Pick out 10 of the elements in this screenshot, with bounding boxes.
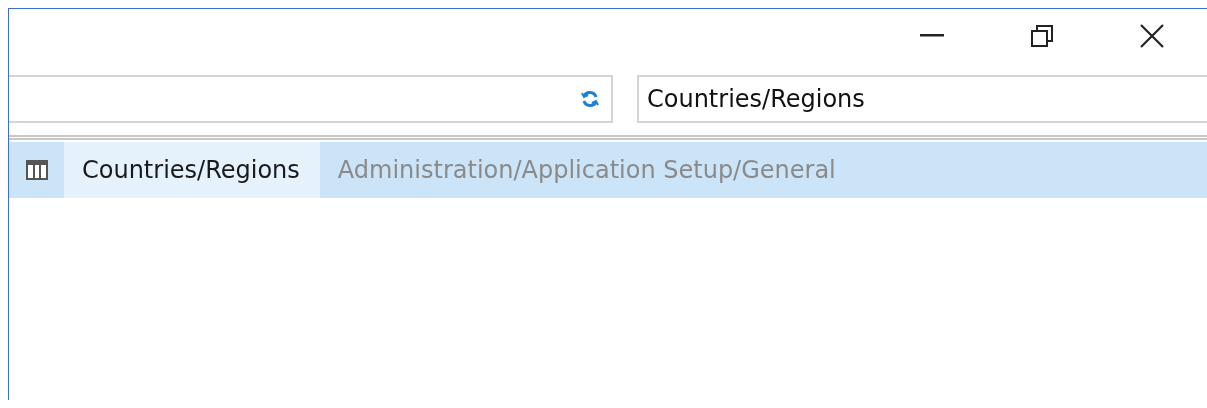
result-path: Administration/Application Setup/General [336, 155, 836, 186]
search-field[interactable]: Countries/Regions [637, 75, 1207, 123]
result-name: Countries/Regions [64, 142, 320, 198]
table-icon [25, 160, 48, 180]
path-field[interactable] [9, 75, 613, 123]
minimize-icon [920, 34, 944, 38]
result-row[interactable]: Countries/Regions Administration/Application Setup/General [9, 142, 1207, 198]
restore-icon [1031, 25, 1053, 47]
refresh-icon[interactable] [581, 90, 599, 108]
close-icon [1140, 24, 1164, 48]
